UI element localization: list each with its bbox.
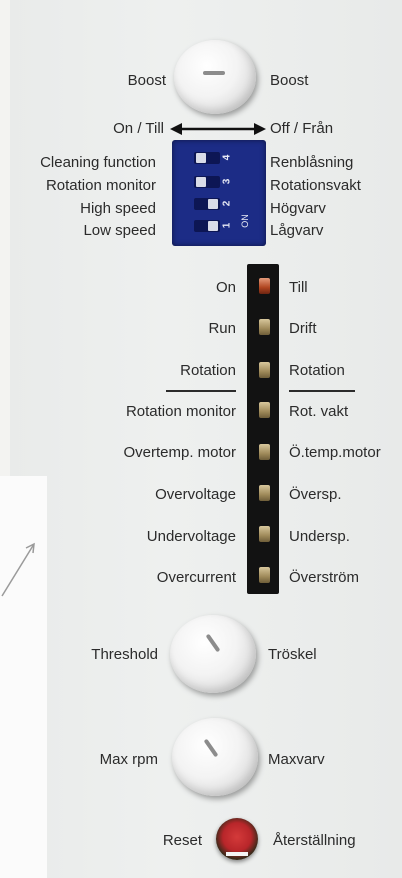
dip-number-2: 2 bbox=[221, 200, 233, 207]
panel-cutout bbox=[0, 476, 47, 878]
dip-switch-4[interactable] bbox=[194, 152, 220, 164]
led-rotation bbox=[259, 362, 270, 378]
dip-switch-3[interactable] bbox=[194, 176, 220, 188]
dip-label-sv-3: Högvarv bbox=[270, 200, 326, 217]
dip-on-label: ON bbox=[239, 214, 250, 228]
pointer-arrow-icon bbox=[1, 542, 35, 597]
led-label-sv-3: Rotation bbox=[289, 362, 345, 379]
reset-label-sv: Återställning bbox=[273, 832, 356, 849]
threshold-label-en: Threshold bbox=[91, 646, 158, 663]
boost-knob-slot bbox=[203, 71, 225, 75]
dip-number-1: 1 bbox=[221, 222, 233, 229]
led-label-en-6: Overvoltage bbox=[155, 486, 236, 503]
led-label-en-5: Overtemp. motor bbox=[123, 444, 236, 461]
on-till-label: On / Till bbox=[113, 120, 164, 137]
rotation-divider-left bbox=[166, 390, 236, 392]
led-label-en-3: Rotation bbox=[180, 362, 236, 379]
led-overcurrent bbox=[259, 567, 270, 583]
led-label-en-8: Overcurrent bbox=[156, 569, 236, 586]
dip-label-sv-4: Lågvarv bbox=[270, 222, 324, 239]
threshold-knob[interactable] bbox=[170, 615, 256, 693]
dip-label-en-2: Rotation monitor bbox=[45, 177, 156, 194]
led-label-en-1: On bbox=[215, 279, 236, 296]
threshold-knob-slot bbox=[205, 633, 221, 653]
max-rpm-label-sv: Maxvarv bbox=[268, 751, 325, 768]
dip-label-en-3: High speed bbox=[80, 200, 156, 217]
reset-button[interactable] bbox=[216, 818, 258, 860]
led-label-sv-2: Drift bbox=[289, 320, 317, 337]
boost-label-sv: Boost bbox=[270, 72, 309, 89]
dip-label-sv-2: Rotationsvakt bbox=[270, 177, 361, 194]
dip-switch-1[interactable] bbox=[194, 220, 220, 232]
boost-label-en: Boost bbox=[127, 72, 166, 89]
reset-label-en: Reset bbox=[162, 832, 202, 849]
off-fran-label: Off / Från bbox=[270, 120, 334, 137]
dip-label-en-4: Low speed bbox=[83, 222, 156, 239]
rotation-divider-right bbox=[289, 390, 355, 392]
max-rpm-knob-slot bbox=[203, 738, 219, 758]
dip-label-en-1: Cleaning function bbox=[40, 154, 156, 171]
dip-label-sv-1: Renblåsning bbox=[270, 154, 354, 171]
led-label-en-4: Rotation monitor bbox=[125, 403, 236, 420]
dip-number-4: 4 bbox=[221, 154, 233, 161]
max-rpm-label-en: Max rpm bbox=[99, 751, 158, 768]
max-rpm-knob[interactable] bbox=[172, 718, 258, 796]
dip-switch-block: 4 3 2 1 ON bbox=[172, 140, 266, 246]
dip-switch-2[interactable] bbox=[194, 198, 220, 210]
led-strip bbox=[247, 264, 279, 594]
led-overtemp bbox=[259, 444, 270, 460]
led-label-sv-4: Rot. vakt bbox=[289, 403, 349, 420]
led-label-sv-8: Överström bbox=[289, 569, 360, 586]
led-on bbox=[259, 278, 270, 294]
led-run bbox=[259, 319, 270, 335]
led-label-sv-1: Till bbox=[289, 279, 308, 296]
double-arrow-icon bbox=[170, 123, 266, 135]
led-undervoltage bbox=[259, 526, 270, 542]
threshold-label-sv: Tröskel bbox=[268, 646, 317, 663]
led-overvoltage bbox=[259, 485, 270, 501]
led-rotation-monitor bbox=[259, 402, 270, 418]
led-label-sv-6: Översp. bbox=[289, 486, 342, 503]
dip-number-3: 3 bbox=[221, 178, 233, 185]
led-label-en-2: Run bbox=[208, 320, 236, 337]
led-label-sv-7: Undersp. bbox=[289, 528, 350, 545]
reset-button-bar bbox=[226, 852, 248, 856]
led-label-en-7: Undervoltage bbox=[146, 528, 236, 545]
led-label-sv-5: Ö.temp.motor bbox=[289, 444, 381, 461]
boost-knob[interactable] bbox=[174, 40, 256, 114]
